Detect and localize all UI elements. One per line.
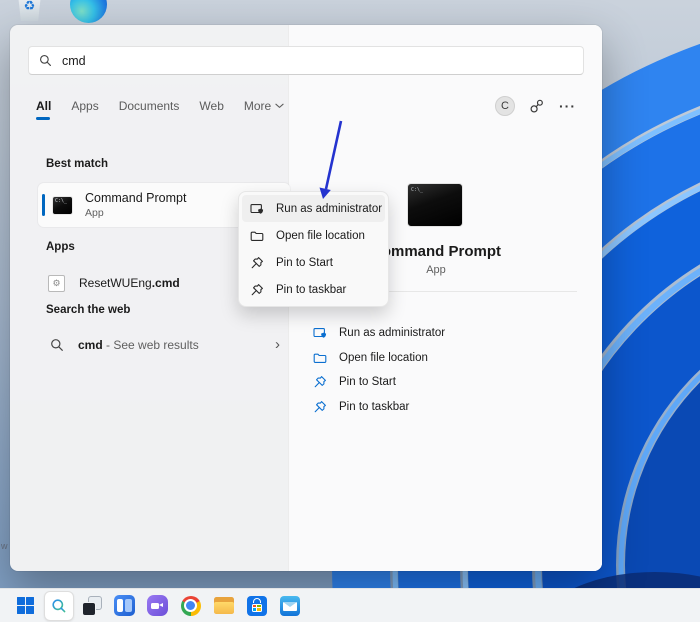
best-match-header: Best match — [46, 158, 108, 170]
search-icon — [50, 338, 64, 352]
taskbar — [0, 588, 700, 622]
tab-label: All — [36, 99, 52, 113]
file-explorer-icon — [213, 597, 234, 614]
mail-icon — [279, 595, 300, 616]
taskbar-chrome-button[interactable] — [174, 589, 207, 622]
taskbar-chat-button[interactable] — [141, 589, 174, 622]
tab-documents[interactable]: Documents — [119, 99, 180, 113]
task-view-icon — [81, 595, 102, 616]
search-icon — [51, 598, 65, 612]
partial-desktop-icon: w — [1, 541, 8, 551]
apps-header: Apps — [46, 241, 75, 253]
chevron-down-icon — [275, 103, 284, 109]
store-icon — [246, 595, 267, 616]
pin-icon — [250, 256, 264, 270]
ellipsis-icon[interactable]: ··· — [559, 99, 576, 113]
search-active-highlight — [43, 590, 74, 621]
pin-icon — [250, 283, 264, 297]
taskbar-widgets-button[interactable] — [108, 589, 141, 622]
file-name: ResetWUEng — [79, 276, 152, 290]
windows-search-screen: ♻ w C:\_ Command Prompt App Run as admin… — [0, 0, 700, 622]
tab-all[interactable]: All — [36, 99, 52, 120]
search-filter-tabs: All Apps Documents Web More C ··· — [36, 93, 576, 120]
search-term: cmd — [78, 338, 103, 352]
user-avatar[interactable]: C — [495, 96, 515, 116]
preview-action-pin-to-start[interactable]: Pin to Start — [289, 370, 602, 395]
taskbar-file-explorer-button[interactable] — [207, 589, 240, 622]
start-icon — [17, 597, 34, 614]
best-match-text: Command Prompt App — [85, 191, 186, 219]
preview-action-open-file-location[interactable]: Open file location — [289, 346, 602, 371]
context-menu: Run as administrator Open file location … — [238, 191, 389, 307]
preview-action-label: Open file location — [339, 351, 428, 364]
preview-action-label: Run as administrator — [339, 327, 446, 340]
preview-action-label: Pin to taskbar — [339, 400, 410, 413]
tab-label: Web — [199, 99, 224, 113]
tab-label: Apps — [71, 99, 99, 113]
chevron-right-icon[interactable]: › — [275, 337, 280, 352]
menu-item-label: Open file location — [276, 229, 365, 242]
command-prompt-icon-large: C:\_ — [407, 183, 463, 227]
web-result-label: cmd - See web results — [78, 338, 275, 352]
cmd-file-icon: ⚙ — [48, 274, 65, 292]
web-search-result[interactable]: cmd - See web results › — [38, 331, 290, 359]
preview-actions: Run as administrator Open file location … — [289, 321, 602, 419]
web-result-suffix: - See web results — [102, 338, 199, 352]
avatar-letter: C — [501, 100, 509, 112]
pin-icon — [313, 375, 327, 389]
search-icon — [39, 54, 52, 67]
menu-item-label: Pin to taskbar — [276, 283, 347, 296]
open-file-location-icon — [250, 229, 264, 243]
preview-action-pin-to-taskbar[interactable]: Pin to taskbar — [289, 395, 602, 420]
taskbar-start-button[interactable] — [9, 589, 42, 622]
chrome-icon — [180, 595, 201, 616]
pin-icon — [313, 400, 327, 414]
taskbar-store-button[interactable] — [240, 589, 273, 622]
menu-item-label: Run as administrator — [276, 202, 383, 215]
app-result-label: ResetWUEng.cmd — [79, 276, 180, 290]
menu-item-pin-to-start[interactable]: Pin to Start — [242, 249, 385, 276]
menu-item-label: Pin to Start — [276, 256, 333, 269]
tab-apps[interactable]: Apps — [71, 99, 98, 113]
selection-accent-bar — [42, 194, 45, 216]
menu-item-open-file-location[interactable]: Open file location — [242, 222, 385, 249]
chat-icon — [147, 595, 168, 616]
tab-label: More — [243, 99, 272, 113]
menu-item-pin-to-taskbar[interactable]: Pin to taskbar — [242, 276, 385, 303]
taskbar-search-button[interactable] — [42, 589, 75, 622]
taskbar-task-view-button[interactable] — [75, 589, 108, 622]
search-the-web-header: Search the web — [46, 304, 131, 316]
gear-glyph: ⚙ — [52, 277, 61, 288]
taskbar-mail-button[interactable] — [273, 589, 306, 622]
best-match-subtitle: App — [85, 207, 104, 219]
file-ext-highlight: .cmd — [151, 276, 180, 290]
widgets-icon — [114, 595, 135, 616]
preview-action-run-as-admin[interactable]: Run as administrator — [289, 321, 602, 346]
recycle-glyph: ♻ — [23, 0, 36, 13]
tab-more[interactable]: More — [244, 99, 284, 113]
tab-label: Documents — [118, 99, 180, 113]
share-icon[interactable] — [529, 98, 545, 114]
run-as-admin-icon — [250, 202, 264, 216]
preview-action-label: Pin to Start — [339, 376, 396, 389]
command-prompt-icon: C:\_ — [52, 195, 73, 215]
run-as-admin-icon — [313, 326, 327, 340]
best-match-title: Command Prompt — [85, 191, 187, 205]
tab-web[interactable]: Web — [199, 99, 223, 113]
search-box[interactable] — [28, 46, 584, 75]
search-input[interactable] — [62, 53, 573, 68]
menu-item-run-as-admin[interactable]: Run as administrator — [242, 195, 385, 222]
open-file-location-icon — [313, 351, 327, 365]
